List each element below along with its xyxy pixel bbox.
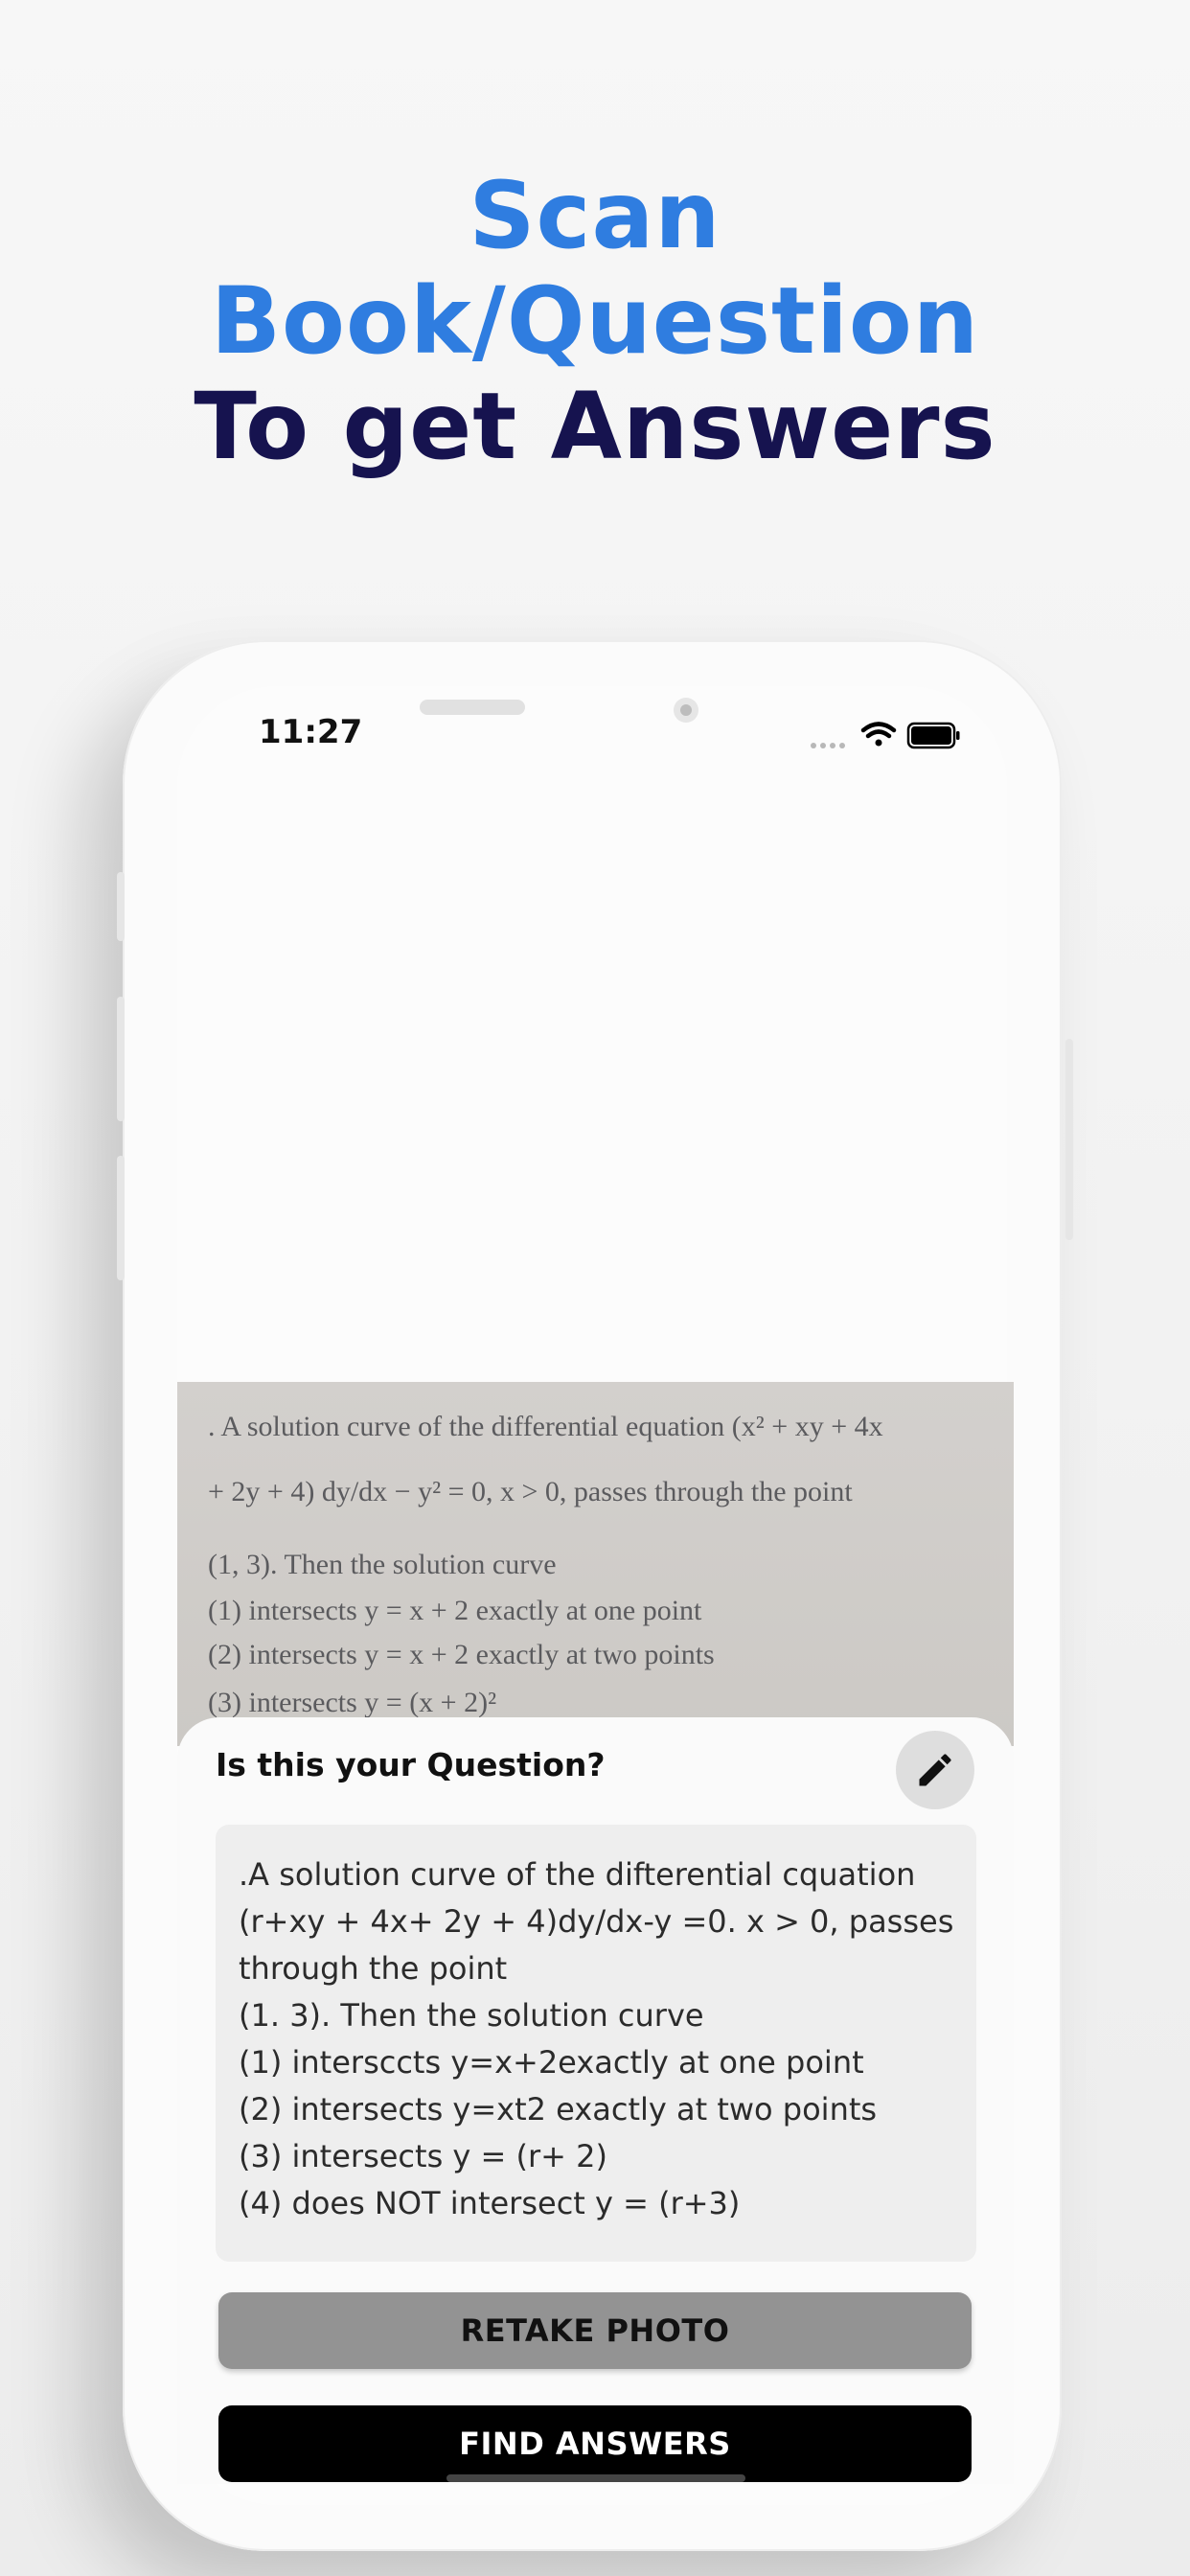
question-line: (1. 3). Then the solution curve [239,1997,704,2034]
home-indicator[interactable] [446,2474,745,2482]
wifi-icon [860,722,897,747]
signal-icon [811,743,845,748]
mute-switch [117,872,125,941]
status-icons [810,719,963,753]
recognized-question-text[interactable]: .A solution curve of the difterential cq… [216,1825,976,2262]
volume-down-button [117,1156,125,1280]
promo-line-book-question: Book/Question [210,267,980,375]
pencil-icon [919,1754,951,1786]
captured-photo: . A solution curve of the differential e… [177,1382,1014,1746]
promo-line-scan: Scan [469,162,721,269]
find-answers-button[interactable]: FIND ANSWERS [218,2405,972,2482]
promo-headline: Scan Book/Question To get Answers [0,163,1190,479]
speaker-grille [420,700,525,715]
sheet-title: Is this your Question? [216,1746,606,1783]
question-line: through the point [239,1950,508,1987]
photo-text-line: + 2y + 4) dy/dx − y² = 0, x > 0, passes … [208,1476,853,1507]
volume-up-button [117,997,125,1121]
promo-line-get-answers: To get Answers [194,373,996,480]
photo-text-line: (1) intersects y = x + 2 exactly at one … [208,1595,702,1626]
photo-text-line: (1, 3). Then the solution curve [208,1549,557,1580]
power-button [1065,1039,1073,1240]
edit-question-button[interactable] [896,1731,974,1809]
front-camera [674,698,698,723]
question-line: (2) intersects y=xt2 exactly at two poin… [239,2091,878,2128]
question-line: .A solution curve of the difterential cq… [239,1856,916,1893]
question-line: (r+xy + 4x+ 2y + 4)dy/dx-y =0. x > 0, pa… [239,1903,954,1940]
photo-text-line: (3) intersects y = (x + 2)² [208,1687,497,1718]
retake-photo-button[interactable]: RETAKE PHOTO [218,2292,972,2369]
battery-icon [906,722,960,749]
question-line: (4) does NOT intersect y = (r+3) [239,2185,741,2221]
question-confirm-sheet: Is this your Question? .A solution curve… [177,1717,1014,2484]
question-line: (3) intersects y = (r+ 2) [239,2138,607,2174]
photo-text-line: . A solution curve of the differential e… [208,1411,883,1442]
status-time: 11:27 [259,713,363,751]
photo-text-line: (2) intersects y = x + 2 exactly at two … [208,1639,715,1670]
question-line: (1) intersccts y=x+2exactly at one point [239,2044,864,2081]
